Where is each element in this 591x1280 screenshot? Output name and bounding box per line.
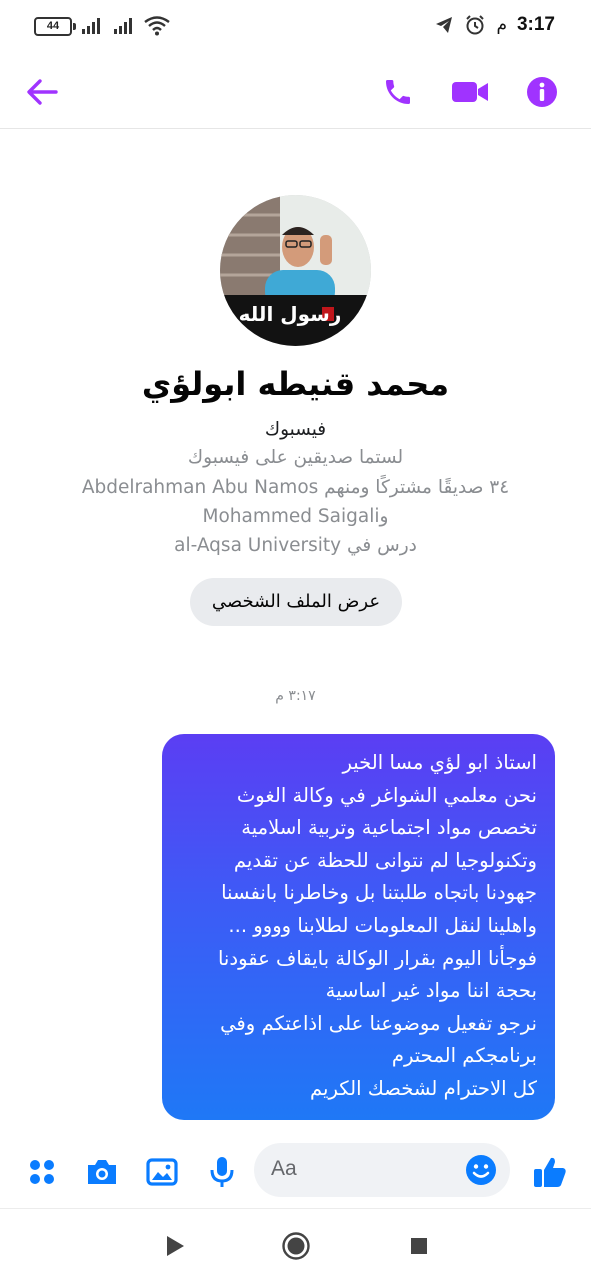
status-right: م 3:17 xyxy=(434,14,555,36)
message-line: استاذ ابو لؤي مسا الخير xyxy=(342,751,537,774)
message-line: كل الاحترام لشخصك الكريم xyxy=(309,1076,537,1100)
signal-icon xyxy=(114,18,132,34)
message-line: فوجأنا اليوم بقرار الوكالة بايقاف عقودنا xyxy=(217,946,537,970)
message-input-placeholder: Aa xyxy=(271,1157,297,1180)
status-bar: 44 م 3:17 xyxy=(0,0,591,56)
info-icon xyxy=(527,77,557,107)
apps-grid-icon xyxy=(30,1160,54,1184)
message-line: تخصص مواد اجتماعية وتربية اسلامية xyxy=(241,816,537,840)
info-button[interactable] xyxy=(516,66,568,118)
clock: 3:17 xyxy=(516,14,555,35)
message-line: واهلينا لنقل المعلومات لطلابنا وووو ... xyxy=(228,913,537,937)
friend-status: لستما صديقين على فيسبوك xyxy=(187,447,404,468)
back-triangle-icon xyxy=(167,1236,184,1256)
microphone-icon xyxy=(210,1157,234,1187)
messenger-chat-screen: 44 م 3:17 رسول الله محمد قنيطه ابولؤي في… xyxy=(0,0,591,1280)
message-line: جهودنا باتجاه طلبتنا بل وخاطرنا بانفسنا xyxy=(221,881,537,905)
arrow-left-icon xyxy=(27,79,58,105)
profile-avatar[interactable]: رسول الله xyxy=(220,195,371,346)
like-button[interactable] xyxy=(530,1152,570,1192)
camera-button[interactable] xyxy=(82,1152,122,1192)
camera-icon xyxy=(88,1160,116,1184)
mutual-friends-more: وMohammed Saigali xyxy=(202,506,389,527)
alarm-icon xyxy=(466,15,485,35)
view-profile-button[interactable]: عرض الملف الشخصي xyxy=(190,578,402,626)
wifi-icon xyxy=(144,16,170,36)
chat-header xyxy=(0,56,591,129)
message-line: نحن معلمي الشواغر في وكالة الغوث xyxy=(236,783,537,807)
nav-home-button[interactable] xyxy=(281,1231,311,1261)
avatar-caption: رسول الله xyxy=(239,302,342,326)
back-button[interactable] xyxy=(16,66,68,118)
message-composer: Aa xyxy=(0,1140,591,1202)
telegram-icon xyxy=(436,17,453,33)
gallery-button[interactable] xyxy=(142,1152,182,1192)
message-line: وتكنولوجيا لم نتوانى للحظة عن تقديم xyxy=(233,848,537,872)
nav-recents-button[interactable] xyxy=(404,1231,434,1261)
nav-back-button[interactable] xyxy=(160,1231,190,1261)
signal-icon xyxy=(82,18,100,34)
video-call-button[interactable] xyxy=(444,66,496,118)
gallery-icon xyxy=(146,1158,178,1186)
voice-call-button[interactable] xyxy=(372,66,424,118)
apps-button[interactable] xyxy=(22,1152,62,1192)
emoji-icon xyxy=(466,1155,496,1185)
microphone-button[interactable] xyxy=(202,1152,242,1192)
education: درس في al-Aqsa University xyxy=(174,535,417,556)
avatar-photo: رسول الله xyxy=(220,195,371,346)
message-line: برنامجكم المحترم xyxy=(391,1044,537,1068)
message-line: نرجو تفعيل موضوعنا على اذاعتكم وفي xyxy=(220,1011,537,1035)
status-left: 44 xyxy=(34,16,170,36)
video-camera-icon xyxy=(452,82,488,102)
message-timestamp: ٣:١٧ م xyxy=(275,688,316,704)
recents-square-icon xyxy=(411,1238,427,1254)
profile-source: فيسبوك xyxy=(264,419,327,440)
message-input[interactable]: Aa xyxy=(254,1143,510,1197)
clock-suffix: م xyxy=(496,15,507,35)
sent-message-bubble[interactable]: استاذ ابو لؤي مسا الخير نحن معلمي الشواغ… xyxy=(162,734,555,1120)
message-line: بحجة اننا مواد غير اساسية xyxy=(325,979,537,1003)
system-nav-bar xyxy=(0,1208,591,1280)
phone-icon xyxy=(386,80,410,104)
thumbs-up-icon xyxy=(534,1157,566,1187)
mutual-friends: ٣٤ صديقًا مشتركًا ومنهم Abdelrahman Abu … xyxy=(81,477,510,498)
emoji-button[interactable] xyxy=(464,1153,498,1187)
home-circle-icon xyxy=(282,1232,310,1260)
battery-icon: 44 xyxy=(34,16,76,36)
profile-name: محمد قنيطه ابولؤي xyxy=(141,365,450,403)
